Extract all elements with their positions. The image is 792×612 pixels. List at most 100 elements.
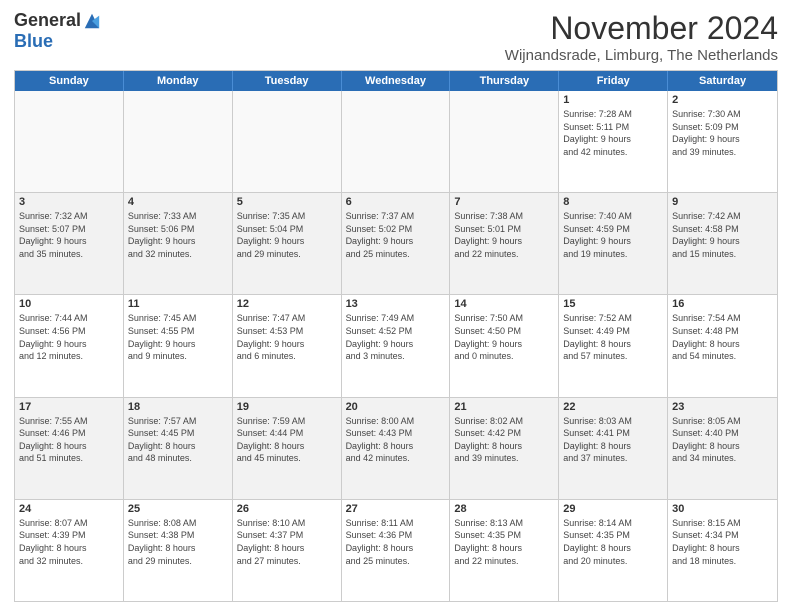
day-info-8: Sunrise: 7:40 AMSunset: 4:59 PMDaylight:… [563, 210, 663, 260]
cal-cell-w0-d3 [342, 91, 451, 192]
cal-cell-w0-d4 [450, 91, 559, 192]
cal-cell-w2-d4: 14Sunrise: 7:50 AMSunset: 4:50 PMDayligh… [450, 295, 559, 396]
cal-cell-w0-d5: 1Sunrise: 7:28 AMSunset: 5:11 PMDaylight… [559, 91, 668, 192]
week-row-0: 1Sunrise: 7:28 AMSunset: 5:11 PMDaylight… [15, 91, 777, 192]
day-info-15: Sunrise: 7:52 AMSunset: 4:49 PMDaylight:… [563, 312, 663, 362]
cal-cell-w3-d5: 22 Sunrise: 8:03 AMSunset: 4:41 PMDayligh… [559, 398, 668, 499]
week-row-4: 24 Sunrise: 8:07 AMSunset: 4:39 PMDayligh… [15, 499, 777, 601]
day-info-26: Sunrise: 8:10 AMSunset: 4:37 PMDaylight:… [237, 517, 337, 567]
cal-cell-w1-d1: 4Sunrise: 7:33 AMSunset: 5:06 PMDaylight… [124, 193, 233, 294]
day-info-29: Sunrise: 8:14 AMSunset: 4:35 PMDaylight:… [563, 517, 663, 567]
day-info-3: Sunrise: 7:32 AMSunset: 5:07 PMDaylight:… [19, 210, 119, 260]
cal-cell-w4-d3: 27 Sunrise: 8:11 AMSunset: 4:36 PMDayligh… [342, 500, 451, 601]
cal-cell-w3-d0: 17 Sunrise: 7:55 AMSunset: 4:46 PMDayligh… [15, 398, 124, 499]
header-sunday: Sunday [15, 71, 124, 91]
day-info-24: Sunrise: 8:07 AMSunset: 4:39 PMDaylight:… [19, 517, 119, 567]
day-info-27: Sunrise: 8:11 AMSunset: 4:36 PMDaylight:… [346, 517, 446, 567]
logo-general: General [14, 10, 81, 31]
day-info-30: Sunrise: 8:15 AMSunset: 4:34 PMDaylight:… [672, 517, 773, 567]
cal-cell-w1-d6: 9 Sunrise: 7:42 AMSunset: 4:58 PMDaylight… [668, 193, 777, 294]
cal-cell-w2-d2: 12 Sunrise: 7:47 AMSunset: 4:53 PMDayligh… [233, 295, 342, 396]
day-info-28: Sunrise: 8:13 AMSunset: 4:35 PMDaylight:… [454, 517, 554, 567]
cal-cell-w2-d0: 10 Sunrise: 7:44 AMSunset: 4:56 PMDayligh… [15, 295, 124, 396]
day-number-4: 4 [128, 196, 228, 208]
cal-cell-w0-d0 [15, 91, 124, 192]
day-number-5: 5 [237, 196, 337, 208]
header-wednesday: Wednesday [342, 71, 451, 91]
day-info-9: Sunrise: 7:42 AMSunset: 4:58 PMDaylight:… [672, 210, 773, 260]
day-info-22: Sunrise: 8:03 AMSunset: 4:41 PMDaylight:… [563, 415, 663, 465]
day-number-1: 1 [563, 94, 663, 106]
cal-cell-w0-d2 [233, 91, 342, 192]
cal-cell-w3-d1: 18 Sunrise: 7:57 AMSunset: 4:45 PMDayligh… [124, 398, 233, 499]
header: General Blue November 2024 Wijnandsrade,… [14, 10, 778, 64]
day-number-3: 3 [19, 196, 119, 208]
cal-cell-w1-d4: 7 Sunrise: 7:38 AMSunset: 5:01 PMDaylight… [450, 193, 559, 294]
day-number-7: 7 [454, 196, 554, 208]
header-saturday: Saturday [668, 71, 777, 91]
cal-cell-w4-d5: 29 Sunrise: 8:14 AMSunset: 4:35 PMDayligh… [559, 500, 668, 601]
day-info-13: Sunrise: 7:49 AMSunset: 4:52 PMDaylight:… [346, 312, 446, 362]
cal-cell-w3-d2: 19 Sunrise: 7:59 AMSunset: 4:44 PMDayligh… [233, 398, 342, 499]
day-number-10: 10 [19, 298, 119, 310]
day-number-28: 28 [454, 503, 554, 515]
cal-cell-w3-d3: 20Sunrise: 8:00 AMSunset: 4:43 PMDayligh… [342, 398, 451, 499]
day-info-25: Sunrise: 8:08 AMSunset: 4:38 PMDaylight:… [128, 517, 228, 567]
cal-cell-w2-d6: 16Sunrise: 7:54 AMSunset: 4:48 PMDayligh… [668, 295, 777, 396]
cal-cell-w3-d4: 21Sunrise: 8:02 AMSunset: 4:42 PMDayligh… [450, 398, 559, 499]
day-info-7: Sunrise: 7:38 AMSunset: 5:01 PMDaylight:… [454, 210, 554, 260]
day-number-23: 23 [672, 401, 773, 413]
day-number-21: 21 [454, 401, 554, 413]
day-info-6: Sunrise: 7:37 AMSunset: 5:02 PMDaylight:… [346, 210, 446, 260]
day-number-27: 27 [346, 503, 446, 515]
day-number-20: 20 [346, 401, 446, 413]
cal-cell-w1-d2: 5 Sunrise: 7:35 AMSunset: 5:04 PMDaylight… [233, 193, 342, 294]
day-number-9: 9 [672, 196, 773, 208]
header-monday: Monday [124, 71, 233, 91]
cal-cell-w4-d6: 30 Sunrise: 8:15 AMSunset: 4:34 PMDayligh… [668, 500, 777, 601]
cal-cell-w4-d1: 25 Sunrise: 8:08 AMSunset: 4:38 PMDayligh… [124, 500, 233, 601]
month-title: November 2024 [505, 10, 778, 47]
day-info-12: Sunrise: 7:47 AMSunset: 4:53 PMDaylight:… [237, 312, 337, 362]
day-number-26: 26 [237, 503, 337, 515]
day-number-2: 2 [672, 94, 773, 106]
week-row-1: 3 Sunrise: 7:32 AMSunset: 5:07 PMDaylight… [15, 192, 777, 294]
day-info-17: Sunrise: 7:55 AMSunset: 4:46 PMDaylight:… [19, 415, 119, 465]
calendar: Sunday Monday Tuesday Wednesday Thursday… [14, 70, 778, 602]
day-info-5: Sunrise: 7:35 AMSunset: 5:04 PMDaylight:… [237, 210, 337, 260]
day-number-15: 15 [563, 298, 663, 310]
day-info-18: Sunrise: 7:57 AMSunset: 4:45 PMDaylight:… [128, 415, 228, 465]
day-info-10: Sunrise: 7:44 AMSunset: 4:56 PMDaylight:… [19, 312, 119, 362]
logo-icon [83, 12, 101, 30]
location: Wijnandsrade, Limburg, The Netherlands [505, 47, 778, 64]
week-row-3: 17 Sunrise: 7:55 AMSunset: 4:46 PMDayligh… [15, 397, 777, 499]
day-number-12: 12 [237, 298, 337, 310]
cal-cell-w2-d1: 11Sunrise: 7:45 AMSunset: 4:55 PMDayligh… [124, 295, 233, 396]
day-number-17: 17 [19, 401, 119, 413]
day-number-25: 25 [128, 503, 228, 515]
day-number-29: 29 [563, 503, 663, 515]
header-friday: Friday [559, 71, 668, 91]
day-info-19: Sunrise: 7:59 AMSunset: 4:44 PMDaylight:… [237, 415, 337, 465]
day-number-30: 30 [672, 503, 773, 515]
page: General Blue November 2024 Wijnandsrade,… [0, 0, 792, 612]
day-number-18: 18 [128, 401, 228, 413]
cal-cell-w0-d6: 2 Sunrise: 7:30 AMSunset: 5:09 PMDaylight… [668, 91, 777, 192]
day-number-11: 11 [128, 298, 228, 310]
cal-cell-w4-d2: 26 Sunrise: 8:10 AMSunset: 4:37 PMDayligh… [233, 500, 342, 601]
calendar-body: 1Sunrise: 7:28 AMSunset: 5:11 PMDaylight… [15, 91, 777, 601]
week-row-2: 10 Sunrise: 7:44 AMSunset: 4:56 PMDayligh… [15, 294, 777, 396]
header-tuesday: Tuesday [233, 71, 342, 91]
header-thursday: Thursday [450, 71, 559, 91]
cal-cell-w3-d6: 23Sunrise: 8:05 AMSunset: 4:40 PMDayligh… [668, 398, 777, 499]
day-number-22: 22 [563, 401, 663, 413]
day-info-16: Sunrise: 7:54 AMSunset: 4:48 PMDaylight:… [672, 312, 773, 362]
day-number-19: 19 [237, 401, 337, 413]
cal-cell-w4-d0: 24 Sunrise: 8:07 AMSunset: 4:39 PMDayligh… [15, 500, 124, 601]
cal-cell-w0-d1 [124, 91, 233, 192]
cal-cell-w1-d3: 6Sunrise: 7:37 AMSunset: 5:02 PMDaylight… [342, 193, 451, 294]
calendar-header: Sunday Monday Tuesday Wednesday Thursday… [15, 71, 777, 91]
day-info-2: Sunrise: 7:30 AMSunset: 5:09 PMDaylight:… [672, 108, 773, 158]
day-number-24: 24 [19, 503, 119, 515]
cal-cell-w1-d0: 3 Sunrise: 7:32 AMSunset: 5:07 PMDaylight… [15, 193, 124, 294]
